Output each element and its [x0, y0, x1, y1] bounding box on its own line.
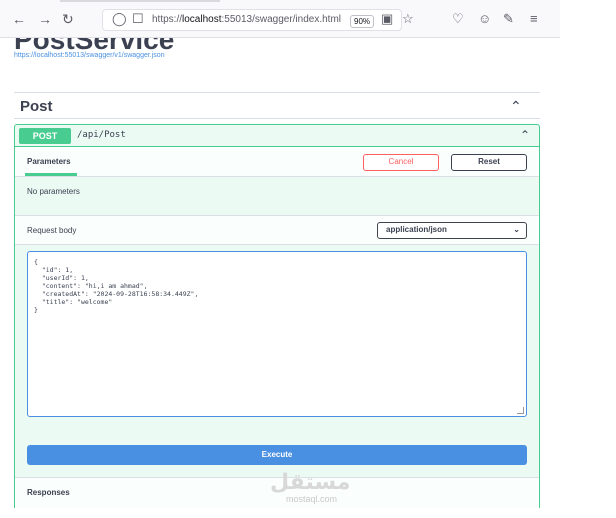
tab-parameters[interactable]: Parameters — [27, 157, 71, 166]
operation-path: /api/Post — [77, 130, 126, 140]
parameters-bar: Parameters Cancel Reset — [15, 147, 539, 177]
code-line: "createdAt": "2024-09-28T16:58:34.449Z", — [34, 290, 199, 298]
zoom-level[interactable]: 90% — [350, 15, 375, 28]
translate-icon[interactable]: ▣ — [381, 11, 393, 27]
pocket-icon[interactable]: ♡ — [452, 11, 464, 27]
cancel-button[interactable]: Cancel — [363, 154, 439, 171]
watermark-text: mostaql.com — [286, 494, 338, 504]
url-host: localhost — [182, 14, 222, 25]
execute-button[interactable]: Execute — [27, 445, 527, 465]
url-text[interactable]: https://localhost:55013/swagger/index.ht… — [152, 14, 341, 25]
code-line: "id": 1, — [34, 266, 74, 274]
code-line: "userId": 1, — [34, 274, 89, 282]
resize-handle[interactable] — [517, 407, 524, 414]
arrow-right-icon[interactable]: → — [38, 11, 52, 27]
url-path: :55013/swagger/index.html — [221, 14, 342, 25]
arrow-left-icon[interactable]: ← — [12, 11, 26, 27]
request-body-editor[interactable]: { "id": 1, "userId": 1, "content": "hi,i… — [27, 251, 527, 417]
content-type-select[interactable]: application/json ⌄ — [377, 222, 527, 239]
content-type-value: application/json — [386, 225, 447, 234]
operation-header[interactable]: POST /api/Post ⌃ — [15, 125, 539, 147]
chevron-up-icon[interactable]: ⌃ — [520, 128, 530, 142]
swagger-page: PostService https://localhost:55013/swag… — [0, 38, 560, 508]
url-prefix: https:// — [152, 14, 183, 25]
menu-icon[interactable]: ≡ — [530, 11, 538, 27]
code-line: "title": "welcome" — [34, 298, 113, 306]
code-line: { — [34, 258, 38, 266]
code-line: "content": "hi,i am ahmad", — [34, 282, 148, 290]
chevron-up-icon[interactable]: ⌃ — [510, 98, 522, 115]
chevron-down-icon: ⌄ — [513, 225, 520, 234]
request-body-label: Request body — [27, 226, 77, 235]
star-icon[interactable]: ☆ — [402, 11, 414, 27]
no-parameters-text: No parameters — [27, 187, 80, 196]
lock-icon: ☐ — [132, 11, 144, 26]
active-tab-indicator — [60, 0, 220, 2]
reload-icon[interactable]: ↻ — [62, 11, 74, 27]
request-body-bar: Request body application/json ⌄ — [15, 215, 539, 245]
spec-link[interactable]: https://localhost:55013/swagger/v1/swagg… — [14, 52, 165, 59]
method-badge: POST — [19, 128, 71, 144]
tag-divider — [14, 118, 540, 119]
reset-button[interactable]: Reset — [451, 154, 527, 171]
browser-toolbar: ← → ↻ ◯ ☐ https://localhost:55013/swagge… — [0, 0, 560, 38]
tab-indicator — [25, 173, 77, 176]
code-line: } — [34, 306, 38, 314]
divider — [14, 92, 540, 93]
request-body-code[interactable]: { "id": 1, "userId": 1, "content": "hi,i… — [34, 258, 198, 314]
watermark-logo: مستقل — [270, 470, 351, 495]
account-icon[interactable]: ☺ — [478, 11, 491, 27]
shield-icon[interactable]: ◯ — [112, 11, 127, 27]
operation-block: POST /api/Post ⌃ Parameters Cancel Reset… — [14, 124, 540, 508]
responses-label: Responses — [27, 488, 70, 497]
tag-title[interactable]: Post — [20, 98, 53, 115]
extensions-icon[interactable]: ✎ — [503, 11, 514, 27]
